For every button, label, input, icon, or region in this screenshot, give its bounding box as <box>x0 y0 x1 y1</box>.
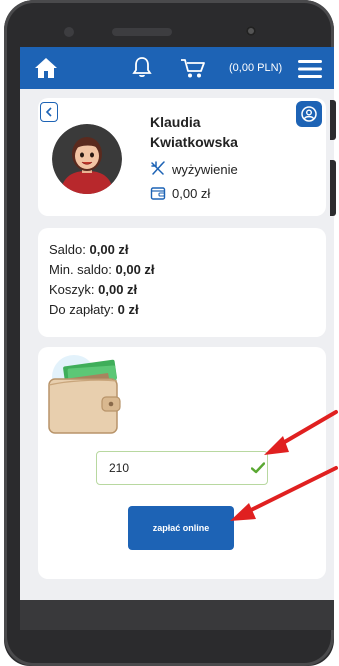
min-saldo-line: Min. saldo: 0,00 zł <box>49 262 155 277</box>
koszyk-value: 0,00 zł <box>98 282 138 297</box>
home-icon[interactable] <box>34 57 58 79</box>
volume-button <box>330 100 336 140</box>
phone-chin <box>20 600 334 630</box>
user-last-name: Kwiatkowska <box>150 134 238 150</box>
user-first-name: Klaudia <box>150 114 201 130</box>
user-name: Klaudia Kwiatkowska <box>150 112 300 152</box>
power-button <box>330 160 336 216</box>
saldo-label: Saldo: <box>49 242 86 257</box>
saldo-value: 0,00 zł <box>89 242 129 257</box>
wallet-illustration <box>48 355 121 434</box>
user-circle-icon <box>301 106 317 122</box>
cart-total[interactable]: (0,00 PLN) <box>229 62 282 74</box>
bell-icon[interactable] <box>132 56 152 78</box>
do-zaplaty-value: 0 zł <box>117 302 139 317</box>
wallet-icon <box>150 187 166 200</box>
chevron-left-icon <box>45 107 52 117</box>
wallet-balance: 0,00 zł <box>172 185 211 201</box>
amount-field[interactable] <box>96 451 268 485</box>
min-saldo-label: Min. saldo: <box>49 262 112 277</box>
balance-summary-card: Saldo: 0,00 zł Min. saldo: 0,00 zł Koszy… <box>38 228 326 337</box>
diet-row: wyżywienie <box>150 161 238 177</box>
front-camera <box>246 26 256 36</box>
avatar <box>52 124 122 194</box>
top-navbar: (0,00 PLN) <box>20 47 334 89</box>
koszyk-label: Koszyk: <box>49 282 95 297</box>
profile-card: Klaudia Kwiatkowska wyżywienie 0,00 zł <box>38 98 326 216</box>
do-zaplaty-line: Do zapłaty: 0 zł <box>49 302 139 317</box>
back-button[interactable] <box>40 102 58 122</box>
wallet-balance-row: 0,00 zł <box>150 185 210 201</box>
koszyk-line: Koszyk: 0,00 zł <box>49 282 137 297</box>
check-icon <box>251 462 265 474</box>
cart-icon[interactable] <box>180 57 206 79</box>
min-saldo-value: 0,00 zł <box>115 262 155 277</box>
amount-input[interactable] <box>97 452 237 483</box>
saldo-line: Saldo: 0,00 zł <box>49 242 129 257</box>
menu-icon[interactable] <box>298 60 322 78</box>
phone-frame: (0,00 PLN) Klaudia Kwiatkowska wyżywieni… <box>4 0 334 666</box>
speaker-grille <box>112 28 172 36</box>
app-screen: (0,00 PLN) Klaudia Kwiatkowska wyżywieni… <box>20 47 334 600</box>
sensor-dot <box>64 27 74 37</box>
utensils-icon <box>151 161 165 175</box>
pay-online-button[interactable]: zapłać online <box>128 506 234 550</box>
do-zaplaty-label: Do zapłaty: <box>49 302 115 317</box>
diet-label: wyżywienie <box>172 161 238 177</box>
payment-card: zapłać online <box>38 347 326 579</box>
